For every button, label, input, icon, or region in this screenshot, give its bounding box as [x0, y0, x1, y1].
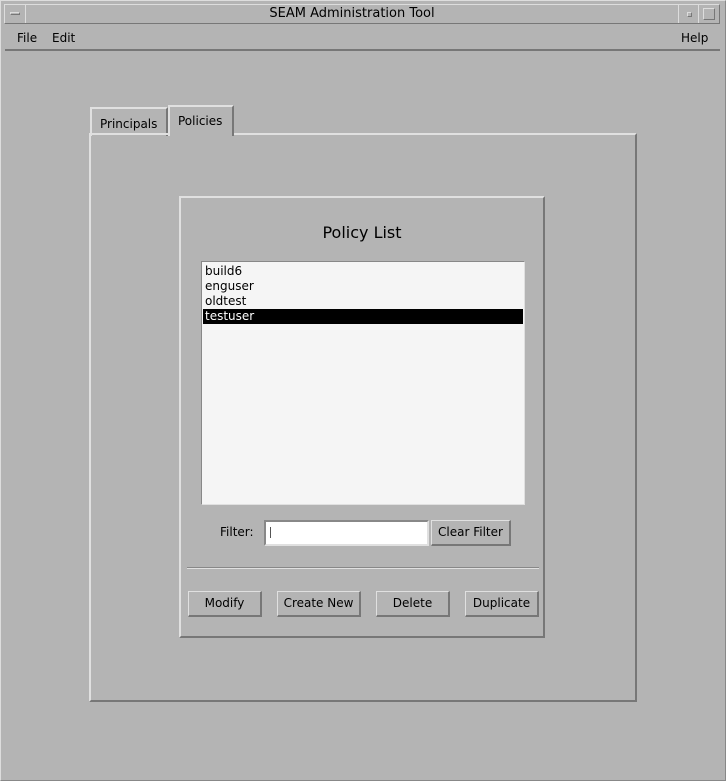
- list-item[interactable]: build6: [203, 264, 523, 279]
- text-cursor: [270, 527, 271, 538]
- list-item[interactable]: oldtest: [203, 294, 523, 309]
- menu-bar: File Edit Help: [5, 25, 720, 51]
- menu-file[interactable]: File: [17, 31, 37, 45]
- policy-list-title: Policy List: [322, 223, 402, 242]
- clear-filter-button[interactable]: Clear Filter: [431, 520, 511, 546]
- list-item[interactable]: enguser: [203, 279, 523, 294]
- list-item-selected[interactable]: testuser: [203, 309, 523, 324]
- duplicate-button[interactable]: Duplicate: [465, 591, 539, 617]
- policy-list-group: Policy List build6 enguser oldtest testu…: [179, 196, 545, 638]
- tab-principals[interactable]: Principals: [90, 107, 168, 136]
- separator: [187, 567, 539, 569]
- menu-edit[interactable]: Edit: [52, 31, 75, 45]
- modify-button[interactable]: Modify: [188, 591, 262, 617]
- delete-button[interactable]: Delete: [376, 591, 450, 617]
- minimize-icon: [687, 12, 692, 17]
- tab-policies[interactable]: Policies: [168, 105, 234, 136]
- title-bar[interactable]: SEAM Administration Tool: [4, 4, 720, 24]
- create-new-button[interactable]: Create New: [277, 591, 361, 617]
- minimize-button[interactable]: [678, 5, 699, 23]
- maximize-icon: [703, 8, 715, 20]
- filter-label: Filter:: [220, 525, 254, 539]
- policy-listbox[interactable]: build6 enguser oldtest testuser: [201, 261, 525, 505]
- window-menu-button[interactable]: [5, 5, 26, 23]
- window-title: SEAM Administration Tool: [269, 6, 435, 21]
- tab-principals-label: Principals: [100, 117, 158, 131]
- filter-input[interactable]: [264, 520, 429, 546]
- menu-help[interactable]: Help: [681, 31, 708, 45]
- window-menu-icon: [10, 12, 20, 15]
- tab-policies-label: Policies: [178, 114, 223, 128]
- maximize-button[interactable]: [698, 5, 719, 23]
